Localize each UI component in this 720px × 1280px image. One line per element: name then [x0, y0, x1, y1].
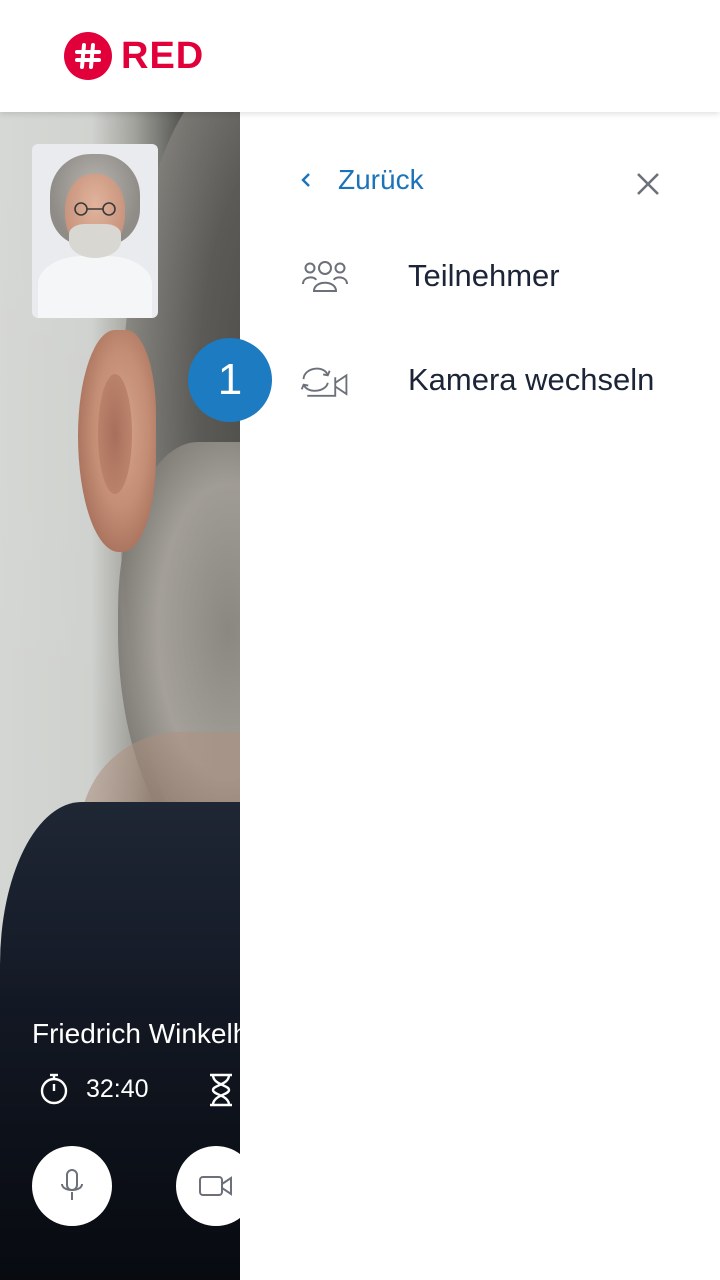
hourglass-icon	[206, 1072, 236, 1113]
hashtag-icon	[64, 32, 112, 80]
red-logo: RED	[64, 32, 204, 80]
call-timer: 32:40	[38, 1072, 149, 1106]
menu-item-participants[interactable]: Teilnehmer	[298, 244, 698, 308]
menu-label-participants: Teilnehmer	[408, 258, 560, 293]
chevron-left-icon	[301, 173, 310, 187]
header-bar: RED	[0, 0, 720, 112]
video-camera-icon	[199, 1176, 232, 1196]
stopwatch-icon	[40, 1073, 68, 1105]
menu-panel: Zurück Teilnehmer Kamera wechseln	[240, 112, 720, 1280]
participants-icon	[298, 254, 352, 298]
elapsed-time: 32:40	[86, 1074, 149, 1103]
step-badge: 1	[188, 338, 272, 422]
mute-button[interactable]	[32, 1146, 112, 1226]
menu-item-switch-camera[interactable]: Kamera wechseln	[298, 348, 698, 412]
back-button[interactable]: Zurück	[298, 164, 424, 196]
close-icon	[637, 173, 659, 195]
back-label: Zurück	[338, 164, 424, 195]
close-button[interactable]	[632, 168, 664, 200]
logo-text: RED	[121, 34, 205, 77]
self-preview[interactable]	[32, 144, 158, 318]
microphone-icon	[61, 1169, 83, 1200]
menu-label-switch-camera: Kamera wechseln	[408, 362, 655, 397]
caller-name: Friedrich Winkelh	[32, 1018, 249, 1049]
switch-camera-icon	[298, 358, 352, 402]
